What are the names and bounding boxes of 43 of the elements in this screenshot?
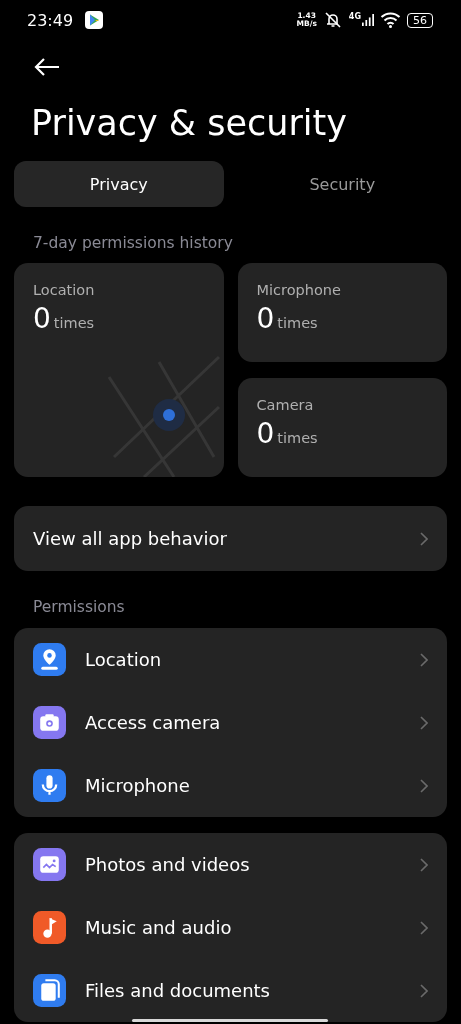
muted-bell-icon: [322, 11, 343, 29]
battery-indicator: 56: [407, 12, 433, 28]
count: 0 times: [33, 302, 96, 335]
row-label: Files and documents: [85, 980, 271, 1001]
stat-card[interactable]: Camera 0 times: [237, 378, 447, 477]
stat-card[interactable]: Microphone 0 times: [237, 263, 447, 362]
row-label: Music and audio: [85, 917, 233, 938]
stat-card[interactable]: Location 0 times: [14, 263, 224, 477]
section-heading: Permissions: [33, 597, 126, 617]
permission-row[interactable]: Microphone: [14, 754, 447, 817]
row-label: Location: [85, 649, 163, 670]
permission-row[interactable]: Music and audio: [14, 896, 447, 959]
chevron-icon: [420, 920, 428, 935]
play-store-icon: [85, 11, 104, 29]
tab[interactable]: Privacy: [14, 161, 224, 207]
row-label: Microphone: [85, 775, 191, 796]
tab[interactable]: Security: [237, 161, 447, 207]
view-all-row[interactable]: View all app behavior: [14, 506, 447, 571]
card-label: Location: [33, 282, 96, 298]
chevron-icon: [420, 857, 428, 872]
page-title: Privacy & security: [31, 102, 348, 145]
row-label: Access camera: [85, 712, 222, 733]
status-time: 23:49: [27, 10, 74, 30]
count: 0 times: [256, 417, 319, 450]
permission-row[interactable]: Location: [14, 628, 447, 691]
back-arrow-icon[interactable]: [34, 57, 60, 77]
permission-row[interactable]: Photos and videos: [14, 833, 447, 896]
permission-row[interactable]: Access camera: [14, 691, 447, 754]
chevron-icon: [420, 715, 428, 730]
section-heading: 7-day permissions history: [33, 233, 234, 253]
signal-icon: [362, 14, 374, 26]
card-label: Camera: [256, 397, 315, 413]
chevron-icon: [420, 652, 428, 667]
wifi-icon: [380, 12, 401, 28]
chevron-icon: [420, 531, 428, 546]
network-type: 4G: [348, 12, 361, 21]
permission-row[interactable]: Files and documents: [14, 959, 447, 1022]
row-label: Photos and videos: [85, 854, 251, 875]
chevron-icon: [420, 983, 428, 998]
chevron-icon: [420, 778, 428, 793]
card-label: Microphone: [256, 282, 342, 298]
count: 0 times: [256, 302, 319, 335]
row-label: View all app behavior: [33, 528, 227, 549]
